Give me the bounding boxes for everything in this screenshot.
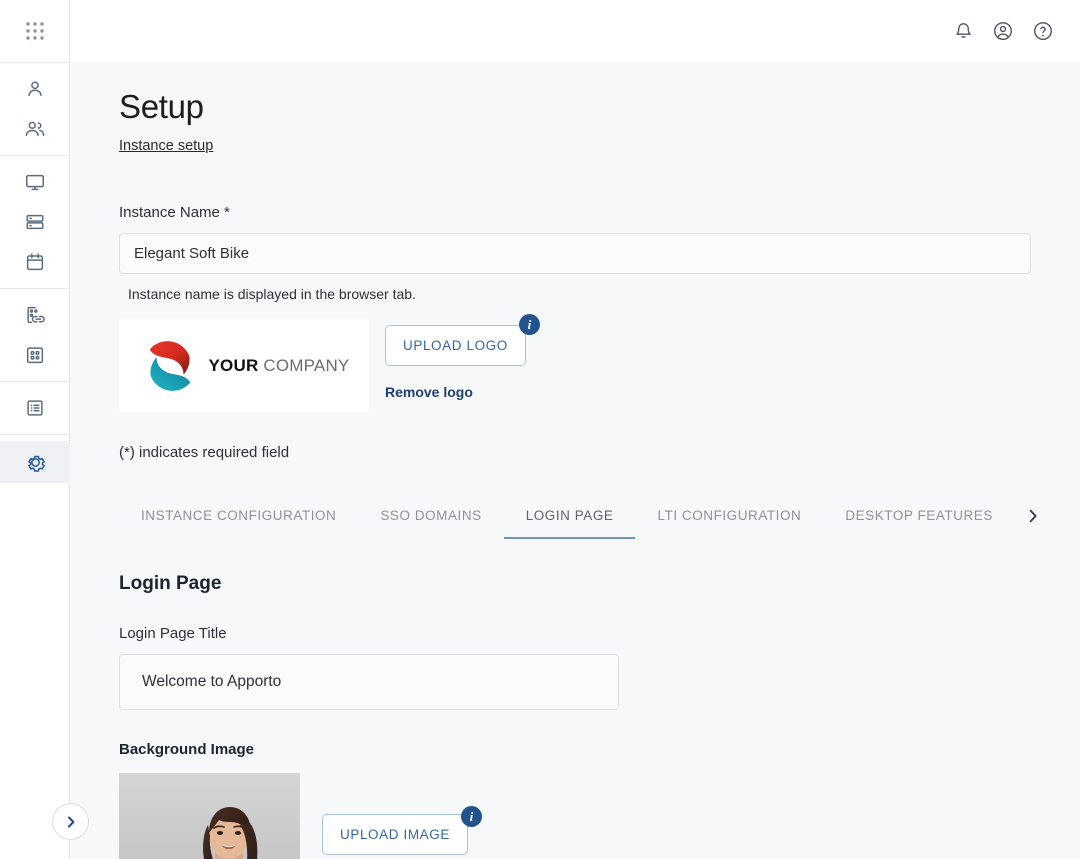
notifications-bell-icon[interactable]: [948, 16, 978, 46]
sidebar-item-reports[interactable]: [0, 388, 70, 428]
breadcrumb-instance-setup[interactable]: Instance setup: [119, 138, 213, 154]
settings-tabs: INSTANCE CONFIGURATION SSO DOMAINS LOGIN…: [119, 493, 1051, 540]
logo-secondary-text: COMPANY: [263, 355, 350, 375]
sidebar-item-apps[interactable]: [0, 0, 70, 62]
logo-primary-text: YOUR: [208, 355, 259, 375]
person-icon: [28, 81, 42, 97]
instance-name-input[interactable]: Elegant Soft Bike: [119, 233, 1031, 275]
company-logo-icon: [149, 340, 190, 391]
left-sidebar: [0, 0, 89, 859]
upload-logo-info-icon[interactable]: i: [518, 314, 540, 336]
tab-desktop-features[interactable]: DESKTOP FEATURES: [823, 493, 1015, 539]
help-circle-icon[interactable]: [1028, 16, 1058, 46]
chevron-right-icon: [67, 816, 74, 827]
login-page-section-title: Login Page: [119, 573, 222, 595]
chevron-right-icon: [1029, 509, 1037, 523]
tab-lti-configuration[interactable]: LTI CONFIGURATION: [635, 493, 823, 539]
upload-image-button[interactable]: UPLOAD IMAGE: [322, 814, 468, 856]
background-image-label: Background Image: [119, 741, 255, 759]
company-logo-preview: YOUR COMPANY: [119, 319, 369, 413]
upload-logo-column: UPLOAD LOGO i Remove logo: [385, 314, 540, 400]
sidebar-item-settings[interactable]: [0, 441, 70, 483]
sidebar-group-apps: [0, 0, 69, 63]
tabs-next-button[interactable]: [1015, 493, 1051, 539]
sidebar-item-catalog[interactable]: [0, 335, 70, 375]
sidebar-item-schedule[interactable]: [0, 242, 70, 282]
tab-sso-domains[interactable]: SSO DOMAINS: [358, 493, 503, 539]
gear-icon: [27, 455, 45, 472]
sidebar-item-servers[interactable]: [0, 202, 70, 242]
tab-instance-configuration[interactable]: INSTANCE CONFIGURATION: [119, 493, 358, 539]
logo-row: YOUR COMPANY UPLOAD LOGO i Remove logo: [119, 314, 1080, 413]
sidebar-group-apps-catalog: [0, 295, 69, 382]
apps-grid-icon: [26, 22, 44, 40]
instance-name-label: Instance Name *: [119, 204, 230, 222]
sidebar-group-people: [0, 69, 69, 156]
main-area: Setup Instance setup Instance Name * Ele…: [70, 0, 1080, 859]
sidebar-item-desktops[interactable]: [0, 162, 70, 202]
background-image-preview: [119, 773, 300, 859]
grid-squares-icon: [26, 347, 44, 364]
monitor-icon: [26, 174, 44, 191]
sidebar-group-reports: [0, 388, 69, 435]
background-image-row: UPLOAD IMAGE i: [119, 773, 1080, 859]
servers-icon: [26, 214, 44, 230]
page-title: Setup: [119, 88, 204, 125]
login-page-title-input[interactable]: Welcome to Apporto: [119, 654, 619, 711]
login-page-title-label: Login Page Title: [119, 625, 227, 643]
sidebar-item-integrations[interactable]: [0, 295, 70, 335]
company-logo-text: YOUR COMPANY: [209, 356, 350, 376]
background-photo: [119, 773, 300, 859]
upload-image-info-icon[interactable]: i: [460, 806, 482, 828]
remove-logo-link[interactable]: Remove logo: [385, 384, 526, 400]
people-icon: [25, 121, 45, 137]
tab-login-page[interactable]: LOGIN PAGE: [503, 493, 636, 540]
sidebar-group-settings: [0, 441, 70, 483]
account-circle-icon[interactable]: [988, 16, 1018, 46]
upload-image-column: UPLOAD IMAGE i: [322, 773, 482, 856]
calendar-icon: [26, 253, 44, 271]
required-field-note: (*) indicates required field: [119, 444, 290, 462]
list-icon: [27, 400, 43, 416]
expand-sidebar-button[interactable]: [52, 803, 89, 840]
link-apps-icon: [26, 306, 45, 324]
instance-name-helper: Instance name is displayed in the browse…: [128, 286, 416, 303]
app-root: Setup Instance setup Instance Name * Ele…: [0, 0, 1080, 859]
sidebar-group-resources: [0, 162, 69, 289]
sidebar-item-user[interactable]: [0, 69, 70, 109]
top-bar: [70, 0, 1080, 62]
page-content: Setup Instance setup Instance Name * Ele…: [70, 88, 1080, 859]
sidebar-item-groups[interactable]: [0, 109, 70, 149]
upload-logo-button[interactable]: UPLOAD LOGO: [385, 325, 526, 367]
